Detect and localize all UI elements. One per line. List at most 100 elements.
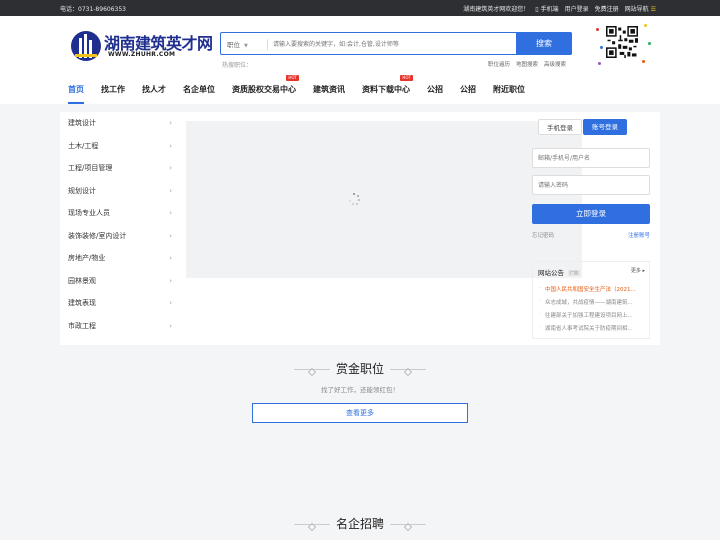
chevron-right-icon: ›	[169, 119, 172, 127]
hot-search-label: 热搜职位：	[222, 62, 253, 69]
confetti-dot	[648, 42, 651, 45]
nav-item-home[interactable]: 首页	[68, 84, 84, 104]
chevron-right-icon: ›	[169, 186, 172, 195]
nav-item-find-talent[interactable]: 找人才	[142, 84, 166, 104]
category-item[interactable]: 土木/工程 ›	[60, 135, 180, 158]
register-account-link[interactable]: 注册账号	[628, 231, 650, 239]
famous-title-text: 名企招聘	[335, 517, 384, 531]
category-item[interactable]: 装饰装修/室内设计 ›	[60, 225, 180, 248]
tab-account-login[interactable]: 账号登录	[583, 119, 627, 135]
famous-section-title: 名企招聘	[0, 515, 720, 532]
category-item[interactable]: 工程/项目管理 ›	[60, 157, 180, 180]
nav-label: 找工作	[101, 85, 125, 94]
category-item[interactable]: 现场专业人员 ›	[60, 202, 180, 225]
hot-badge: HOT	[286, 75, 299, 81]
search-button[interactable]: 搜索	[516, 32, 572, 55]
category-item[interactable]: 规划设计 ›	[60, 180, 180, 203]
account-input[interactable]	[538, 152, 644, 165]
category-label: 工程/项目管理	[68, 164, 113, 172]
password-field	[532, 175, 650, 195]
register-link[interactable]: 免费注册	[595, 4, 619, 13]
notice-item[interactable]: 众志成城，共战疫情——湖南建筑...	[538, 298, 644, 311]
chevron-right-icon: ›	[169, 141, 172, 150]
hotline: 电话：0731-89606353	[60, 6, 126, 13]
category-item[interactable]: 房地产/物业 ›	[60, 247, 180, 270]
confetti-dot	[644, 24, 647, 27]
reward-section-title: 赏金职位	[0, 360, 720, 377]
mobile-link[interactable]: 手机端	[535, 4, 559, 13]
notice-more-link[interactable]: 更多 ▸	[631, 267, 645, 274]
nav-item-public-recruit-2[interactable]: 公招	[460, 84, 476, 104]
banner-slider[interactable]: 广告	[186, 121, 582, 278]
category-label: 建筑设计	[68, 119, 96, 127]
chevron-right-icon: ›	[169, 209, 172, 217]
nav-label: 建筑资讯	[313, 85, 345, 94]
search-input[interactable]	[273, 37, 503, 51]
login-box: 手机登录 账号登录 立即登录 忘记密码 注册账号	[532, 118, 650, 239]
reward-title-text: 赏金职位	[335, 362, 384, 376]
notice-list: 中国人民共和国安全生产法（2021... 众志成城，共战疫情——湖南建筑... …	[538, 285, 644, 337]
nav-item-find-job[interactable]: 找工作	[101, 84, 125, 104]
notice-item[interactable]: 中国人民共和国安全生产法（2021...	[538, 285, 644, 298]
confetti-dot	[596, 28, 599, 31]
category-label: 土木/工程	[68, 141, 99, 150]
search-sublinks: 职位遍历 地图搜索 高级搜索	[488, 60, 566, 68]
chevron-down-icon: ▼	[244, 43, 248, 49]
logo-url: WWW.ZHUHR.COM	[108, 51, 176, 58]
search-category-select[interactable]: 职位 ▼	[227, 39, 248, 49]
title-ornament	[293, 524, 330, 525]
nav-item-nearby-jobs[interactable]: 附近职位	[493, 84, 525, 104]
category-label: 园林景观	[68, 276, 96, 285]
category-item[interactable]: 园林景观 ›	[60, 270, 180, 293]
chevron-right-icon: ›	[169, 231, 172, 240]
loading-spinner-icon	[348, 193, 360, 205]
notice-item[interactable]: 湖南省人事考试院关于防疫期间相...	[538, 324, 644, 337]
main-nav: 首页 找工作 找人才 名企单位 资质股权交易中心 HOT 建筑资讯 资料下载中心 H…	[68, 75, 542, 104]
nav-label: 找人才	[142, 85, 166, 94]
view-more-button[interactable]: 查看更多	[252, 403, 468, 423]
nav-label: 公招	[460, 85, 476, 94]
menu-icon: ☰	[650, 6, 656, 13]
notice-title: 网站公告	[538, 269, 564, 277]
site-logo[interactable]: 湖南建筑英才网 WWW.ZHUHR.COM	[70, 28, 213, 72]
logo-emblem-icon	[71, 31, 101, 61]
category-label: 建筑表现	[68, 299, 96, 307]
nav-item-qualification-trade[interactable]: 资质股权交易中心 HOT	[232, 75, 299, 104]
title-ornament	[390, 369, 426, 370]
chevron-right-icon: ›	[169, 299, 172, 307]
nav-item-public-recruit[interactable]: 公招	[427, 84, 443, 104]
qr-code-icon	[606, 26, 638, 58]
search-box: 职位 ▼ 搜索	[220, 32, 572, 55]
site-nav-link[interactable]: 网站导航 ☰	[625, 4, 656, 13]
reward-subtitle: 找了好工作，还能领红包！	[321, 386, 399, 394]
chevron-right-icon: ›	[169, 164, 172, 172]
nav-item-downloads[interactable]: 资料下载中心 HOT	[362, 75, 413, 104]
nav-item-companies[interactable]: 名企单位	[183, 84, 215, 104]
tab-mobile-login[interactable]: 手机登录	[538, 119, 582, 135]
qr-area	[594, 22, 658, 72]
caret-right-icon: ▸	[642, 268, 645, 274]
job-browse-link[interactable]: 职位遍历	[488, 60, 510, 68]
welcome-text: 湖南建筑英才网欢迎您！	[463, 6, 530, 13]
top-links: 湖南建筑英才网欢迎您！ 手机端 用户登录 免费注册 网站导航☰	[463, 4, 656, 13]
title-ornament	[293, 369, 330, 370]
notice-item[interactable]: 往建部关于加强工程建设项目网上...	[538, 311, 644, 324]
top-bar: 电话：0731-89606353 湖南建筑英才网欢迎您！ 手机端 用户登录 免费…	[0, 0, 720, 16]
password-input[interactable]	[538, 179, 644, 192]
login-tabs: 手机登录 账号登录	[532, 118, 650, 136]
map-search-link[interactable]: 地图搜索	[516, 60, 538, 68]
category-label: 房地产/物业	[68, 254, 106, 262]
category-item[interactable]: 市政工程 ›	[60, 315, 180, 338]
confetti-dot	[642, 60, 645, 63]
nav-item-news[interactable]: 建筑资讯	[313, 84, 345, 104]
forgot-password-link[interactable]: 忘记密码	[532, 231, 554, 239]
notice-box: 网站公告 更多 ▸ 中国人民共和国安全生产法（2021... 众志成城，共战疫情…	[532, 261, 650, 339]
advanced-search-link[interactable]: 高级搜索	[544, 60, 566, 68]
category-item[interactable]: 建筑设计 ›	[60, 112, 180, 135]
site-nav-label: 网站导航	[624, 6, 649, 13]
nav-label: 首页	[68, 85, 84, 94]
category-item[interactable]: 建筑表现 ›	[60, 292, 180, 315]
login-link[interactable]: 用户登录	[565, 4, 589, 13]
chevron-right-icon: ›	[169, 276, 172, 285]
login-button[interactable]: 立即登录	[532, 204, 650, 224]
